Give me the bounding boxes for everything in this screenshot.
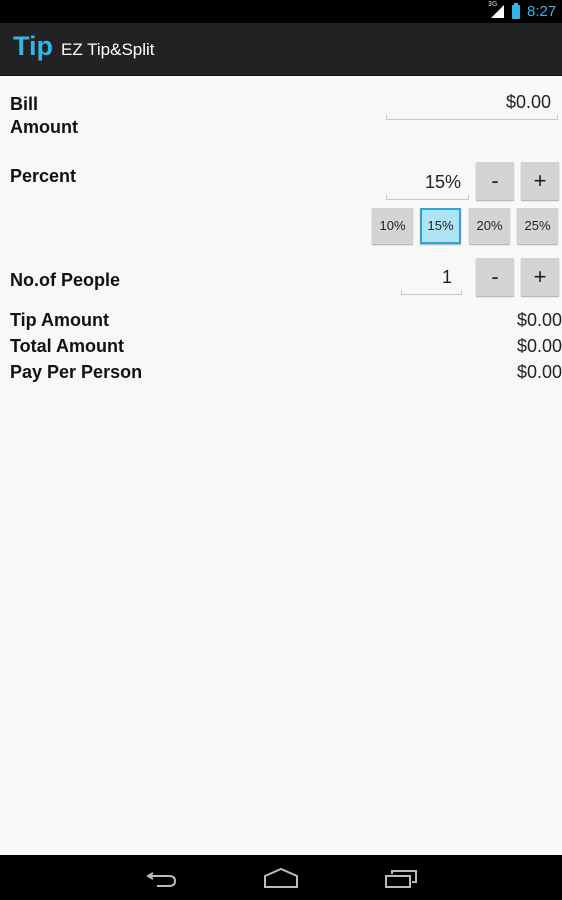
tip-amount-label: Tip Amount bbox=[10, 310, 109, 330]
percent-increment-button[interactable]: + bbox=[521, 162, 559, 200]
percent-input[interactable]: 15% bbox=[386, 172, 469, 200]
bill-label-line2: Amount bbox=[10, 117, 78, 137]
preset-10-button[interactable]: 10% bbox=[372, 208, 413, 244]
total-amount-label: Total Amount bbox=[10, 336, 124, 356]
preset-20-button[interactable]: 20% bbox=[469, 208, 510, 244]
home-icon[interactable] bbox=[263, 867, 299, 889]
battery-charging-icon bbox=[512, 3, 520, 19]
bill-label-line1: Bill bbox=[10, 94, 39, 114]
preset-25-button[interactable]: 25% bbox=[517, 208, 558, 244]
percent-label: Percent bbox=[10, 166, 77, 186]
status-bar: 3G 8:27 bbox=[0, 0, 562, 23]
people-label: No.of People bbox=[10, 270, 121, 290]
preset-15-button[interactable]: 15% bbox=[420, 208, 461, 244]
tip-amount-value: $0.00 bbox=[516, 310, 562, 330]
bill-amount-input[interactable]: $0.00 bbox=[386, 92, 558, 120]
pay-per-person-label: Pay Per Person bbox=[10, 362, 143, 382]
recent-apps-icon[interactable] bbox=[384, 867, 418, 889]
action-bar: Tip EZ Tip&Split bbox=[0, 23, 562, 76]
app-logo[interactable]: Tip bbox=[13, 31, 53, 62]
people-increment-button[interactable]: + bbox=[521, 258, 559, 296]
signal-icon bbox=[491, 5, 504, 18]
navigation-bar bbox=[0, 855, 562, 900]
people-decrement-button[interactable]: - bbox=[476, 258, 514, 296]
people-input[interactable]: 1 bbox=[401, 267, 462, 295]
bill-amount-label: Bill Amount bbox=[10, 93, 78, 139]
clock: 8:27 bbox=[527, 3, 557, 20]
percent-decrement-button[interactable]: - bbox=[476, 162, 514, 200]
pay-per-person-value: $0.00 bbox=[516, 362, 562, 382]
app-title: EZ Tip&Split bbox=[61, 40, 155, 59]
back-icon[interactable] bbox=[145, 867, 179, 889]
total-amount-value: $0.00 bbox=[516, 336, 562, 356]
